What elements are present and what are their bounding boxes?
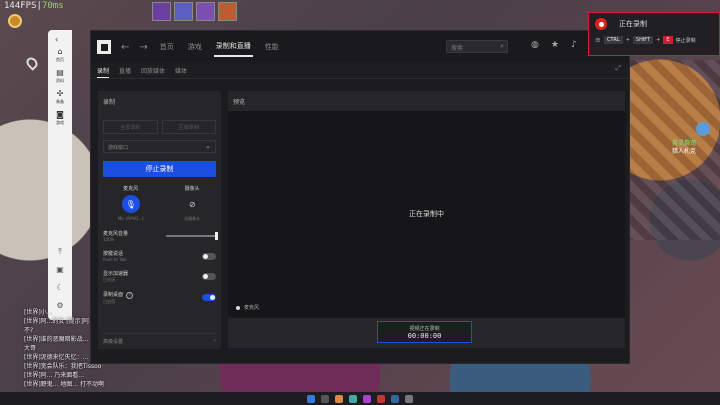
toolbar-icons: ◍ ★ ♪ ⚙	[531, 40, 597, 50]
preview-area: 正在录制中 麦克风	[228, 111, 625, 317]
slider-handle[interactable]	[215, 232, 218, 240]
hero-portrait[interactable]	[196, 2, 215, 21]
region-record-button[interactable]: 区域录制	[161, 120, 216, 134]
quest-icon[interactable]	[696, 122, 710, 136]
preview-header: 预览	[228, 91, 625, 111]
subtab-bar: 录制 直播 回放媒体 媒体	[91, 63, 629, 79]
fps-counter: 144FPS|70ms	[4, 1, 64, 11]
mic-dot-icon	[236, 305, 240, 310]
npc-subtitle: 猎人札克	[672, 148, 697, 155]
subtab-record[interactable]: 录制	[97, 64, 110, 78]
app-icon[interactable]	[391, 394, 399, 403]
record-settings-panel: 录制 全屏录制 区域录制 游戏窗口 ⌄ 停止录制 麦克风 🎙 Mic (RAVO…	[98, 91, 221, 349]
recording-bar: 视频正在录制 00:00:00	[228, 318, 625, 348]
push-to-talk-row: 按键说话 Push to Talk	[98, 250, 221, 262]
hero-portrait[interactable]	[218, 2, 237, 21]
tab-record-stream[interactable]: 录制和直播	[213, 37, 253, 57]
back-arrow-icon[interactable]: ‹	[55, 35, 65, 45]
hero-portrait[interactable]	[152, 2, 171, 21]
globe-icon[interactable]: ◍	[531, 40, 539, 50]
expand-icon[interactable]: ⤢	[615, 64, 621, 73]
stop-shortcut: ≡ CTRL + SHIFT + E 停止录制	[595, 36, 696, 44]
home-icon: ⌂	[57, 47, 63, 56]
record-desktop-toggle[interactable]	[202, 294, 216, 302]
search-input[interactable]: 搜索 ⌕	[446, 40, 508, 53]
overlay-title: 正在录制	[619, 20, 647, 28]
microphone-icon[interactable]: 🎙	[121, 195, 140, 213]
subtab-stream[interactable]: 直播	[119, 64, 131, 77]
stop-recording-button[interactable]: 停止录制	[103, 161, 216, 177]
app-icon[interactable]	[349, 394, 357, 403]
chat-line: [世界]野鬼... 地图... 打不动啊	[24, 381, 104, 388]
key-ctrl: CTRL	[603, 36, 623, 44]
key-shift: SHIFT	[632, 36, 654, 44]
star-icon[interactable]: ★	[551, 40, 559, 50]
microphone-control[interactable]: 麦克风 🎙 Mic (RAVO...)	[118, 185, 144, 222]
app-icon[interactable]	[335, 394, 343, 403]
titlebar: ← → 首页 游戏 录制和直播 性能 搜索 ⌕ ◍ ★ ♪ ⚙	[91, 31, 629, 63]
help-icon[interactable]: ?	[126, 291, 134, 299]
side-nav-archive[interactable]: ▤ 资料	[56, 69, 64, 84]
subtab-replay[interactable]: 回放媒体	[141, 64, 165, 77]
game-compass-icon[interactable]	[8, 14, 22, 28]
search-taskbar-icon[interactable]	[321, 394, 329, 403]
moon-icon[interactable]: ☾	[56, 284, 63, 292]
nav-back-icon[interactable]: ←	[121, 42, 129, 53]
side-nav-home[interactable]: ⌂ 首页	[56, 48, 64, 63]
notification-icon[interactable]: ▣	[56, 266, 64, 274]
source-dropdown[interactable]: 游戏窗口 ⌄	[103, 140, 216, 153]
amd-software-window: ← → 首页 游戏 录制和直播 性能 搜索 ⌕ ◍ ★ ♪ ⚙ 录制 直播 回放…	[90, 30, 630, 364]
mic-volume-row: 麦克风音量 100%	[98, 230, 221, 242]
shortcut-action: 停止录制	[675, 37, 696, 44]
audio-indicator: 麦克风	[236, 304, 259, 311]
chevron-down-icon: ⌄	[205, 142, 211, 150]
menu-icon[interactable]: ≡	[595, 36, 601, 44]
chevron-right-icon: ›	[214, 338, 216, 344]
chat-line: [世界]阿... 乃来面看...	[24, 372, 85, 379]
search-icon: ⌕	[500, 42, 504, 50]
tab-home[interactable]: 首页	[158, 38, 176, 56]
tab-games[interactable]: 游戏	[186, 38, 204, 56]
app-icon[interactable]	[363, 394, 371, 403]
mic-volume-slider[interactable]	[166, 232, 218, 240]
amd-app-icon[interactable]	[377, 394, 385, 403]
nav-forward-icon[interactable]: →	[139, 42, 147, 53]
side-nav-gear[interactable]: ✣ 装备	[56, 90, 64, 105]
push-to-talk-toggle[interactable]	[202, 252, 216, 260]
camera-off-icon[interactable]: ⊘	[183, 195, 201, 213]
camera-control[interactable]: 摄像头 ⊘ 无摄像头	[183, 185, 201, 222]
panel-title: 录制	[103, 99, 116, 106]
show-accelerator-toggle[interactable]	[202, 273, 216, 280]
show-accelerator-row: 显示加速器 已关闭	[98, 270, 221, 283]
side-nav: ⌂ 首页 ▤ 资料 ✣ 装备 ◙ 游戏 ⤒ ▣ ☾ ⚙	[48, 30, 72, 320]
bell-icon[interactable]: ♪	[571, 40, 577, 50]
record-desktop-row: 录制桌面? 已启用	[98, 291, 221, 305]
subtab-media[interactable]: 媒体	[175, 64, 187, 77]
upload-icon[interactable]: ⤒	[58, 248, 62, 256]
record-dot-icon	[595, 18, 607, 30]
recording-overlay: 正在录制 ≡ CTRL + SHIFT + E 停止录制	[588, 12, 720, 56]
recording-timer: 视频正在录制 00:00:00	[377, 321, 472, 343]
amd-logo-icon	[97, 40, 111, 54]
windows-taskbar	[0, 392, 720, 405]
hero-portraits	[152, 2, 237, 21]
start-icon[interactable]	[307, 394, 315, 403]
tab-performance[interactable]: 性能	[263, 38, 281, 56]
key-e: E	[663, 36, 673, 44]
side-nav-games[interactable]: ◙ 游戏	[56, 111, 64, 126]
wind-icon: ✣	[56, 89, 64, 98]
controller-icon: ◙	[56, 110, 64, 119]
archive-icon: ▤	[56, 68, 64, 77]
hero-portrait[interactable]	[174, 2, 193, 21]
fullscreen-record-button[interactable]: 全屏录制	[103, 120, 158, 134]
app-icon[interactable]	[405, 394, 413, 403]
recording-status-text: 正在录制中	[409, 210, 444, 218]
advanced-settings-link[interactable]: 高级设置 ›	[103, 333, 216, 345]
